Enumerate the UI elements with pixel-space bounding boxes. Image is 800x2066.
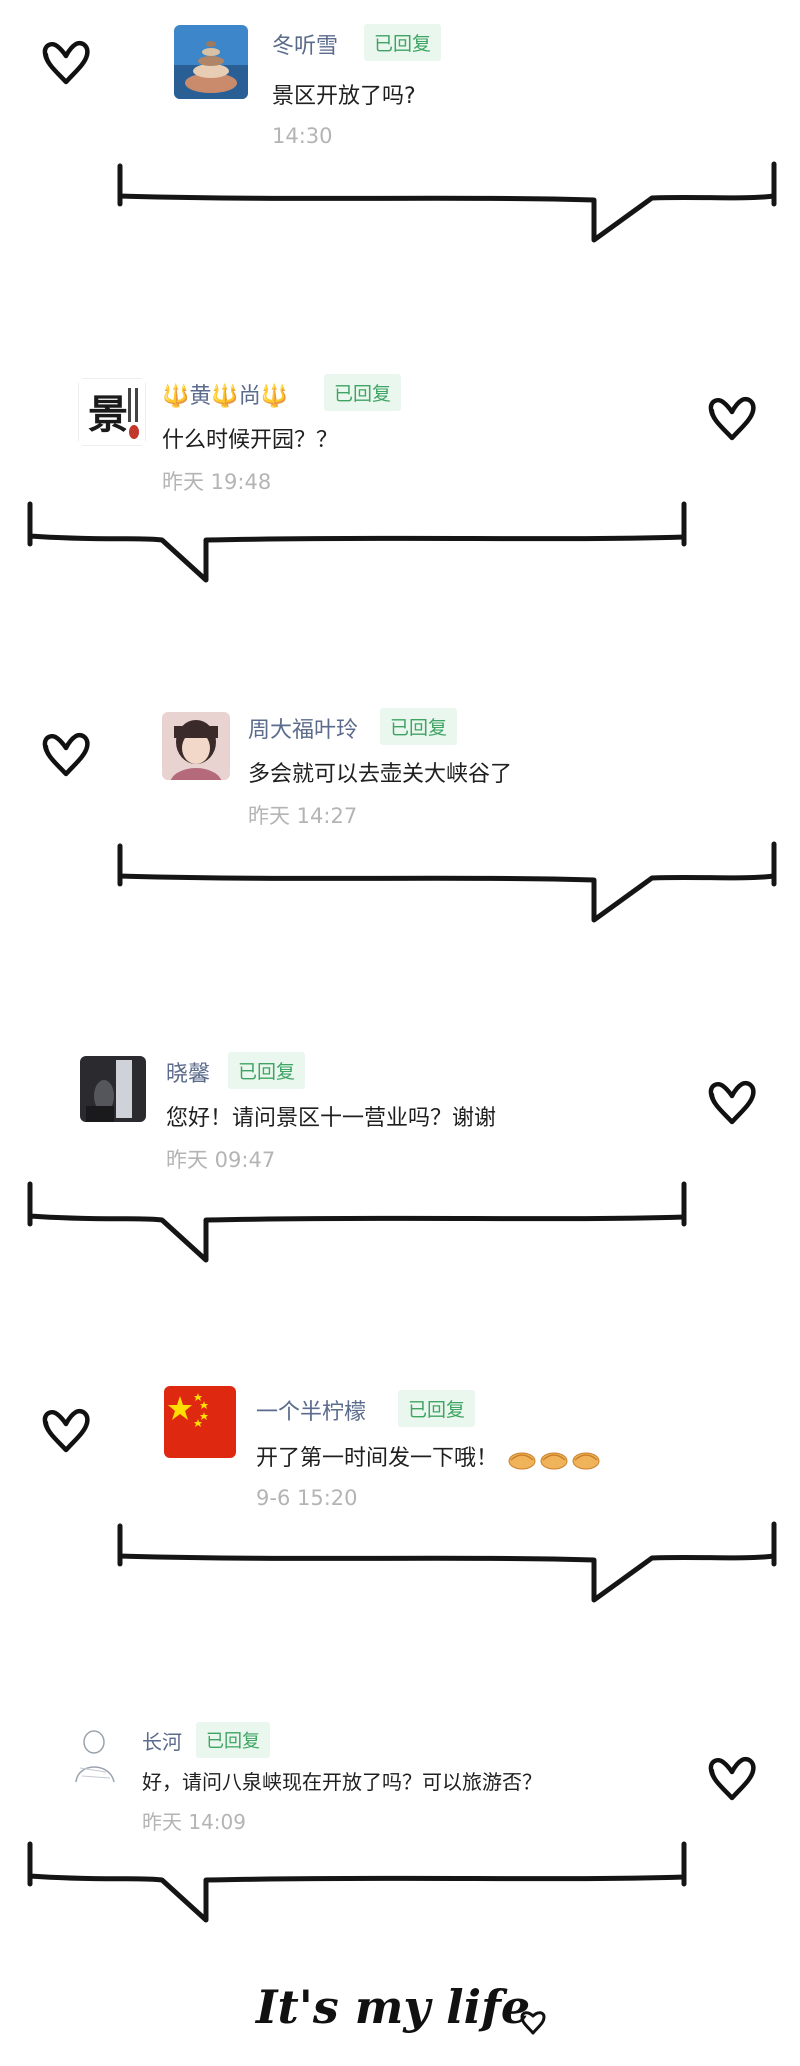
comment-text: 您好！请问景区十一营业吗？谢谢 [166,1106,497,1131]
avatar[interactable]: 景 [78,378,146,446]
speech-bracket [27,501,687,583]
speech-bracket [117,841,777,923]
username[interactable]: 长河 [142,1726,182,1755]
speech-bracket [117,1521,777,1603]
replied-badge: 已回复 [398,1390,476,1427]
footer-text: It's my life [254,1980,530,2034]
svg-text:景: 景 [88,392,128,438]
comment-text: 开了第一时间发一下哦！ [256,1440,601,1472]
replied-badge: 已回复 [380,708,458,745]
avatar[interactable] [164,1386,236,1458]
comment-text: 好，请问八泉峡现在开放了吗？可以旅游否？ [142,1770,542,1794]
speech-bracket [27,1181,687,1263]
comment-text: 什么时候开园？？ [162,428,339,453]
comment-text: 多会就可以去壶关大峡谷了 [248,762,513,787]
replied-badge: 已回复 [228,1052,306,1089]
username[interactable]: 晓馨 [166,1056,210,1088]
heart-icon[interactable] [706,1756,758,1802]
comment-card: 晓馨 已回复 您好！请问景区十一营业吗？谢谢 昨天 09:47 [0,1020,800,1280]
timestamp: 14:30 [272,124,333,148]
avatar[interactable] [174,25,248,99]
replied-badge: 已回复 [196,1722,270,1758]
timestamp: 昨天 14:09 [142,1810,246,1834]
username[interactable]: 冬听雪 [272,28,338,60]
timestamp: 昨天 19:48 [162,470,272,494]
replied-badge: 已回复 [364,24,442,61]
comment-card: 长河 已回复 好，请问八泉峡现在开放了吗？可以旅游否？ 昨天 14:09 [0,1700,800,1960]
username[interactable]: 🔱黄🔱尚🔱 [162,378,288,410]
speech-bracket [27,1841,687,1923]
comment-text: 景区开放了吗? [272,84,416,109]
speech-bracket [117,161,777,243]
avatar[interactable] [162,712,230,780]
heart-icon[interactable] [40,732,92,778]
heart-icon[interactable] [706,1080,758,1126]
dumpling-emoji-icon [508,1452,536,1470]
replied-badge: 已回复 [324,374,402,411]
dumpling-emoji-icon [572,1452,600,1470]
timestamp: 昨天 14:27 [248,804,358,828]
comment-card: 一个半柠檬 已回复 开了第一时间发一下哦！ 9-6 15:20 [0,1360,800,1620]
username[interactable]: 周大福叶玲 [248,712,358,744]
comment-text-content: 开了第一时间发一下哦！ [256,1446,499,1471]
heart-icon[interactable] [706,396,758,442]
comment-card: 周大福叶玲 已回复 多会就可以去壶关大峡谷了 昨天 14:27 [0,680,800,940]
timestamp: 昨天 09:47 [166,1148,276,1172]
timestamp: 9-6 15:20 [256,1486,358,1510]
heart-icon[interactable] [40,40,92,86]
avatar[interactable] [80,1056,146,1122]
comment-card: 冬听雪 已回复 景区开放了吗? 14:30 [0,0,800,260]
footer-signature: It's my life [254,1980,546,2035]
avatar[interactable] [66,1722,126,1788]
dumpling-emoji-icon [540,1452,568,1470]
username[interactable]: 一个半柠檬 [256,1394,366,1426]
heart-icon[interactable] [40,1408,92,1454]
comment-card: 景 🔱黄🔱尚🔱 已回复 什么时候开园？？ 昨天 19:48 [0,340,800,600]
